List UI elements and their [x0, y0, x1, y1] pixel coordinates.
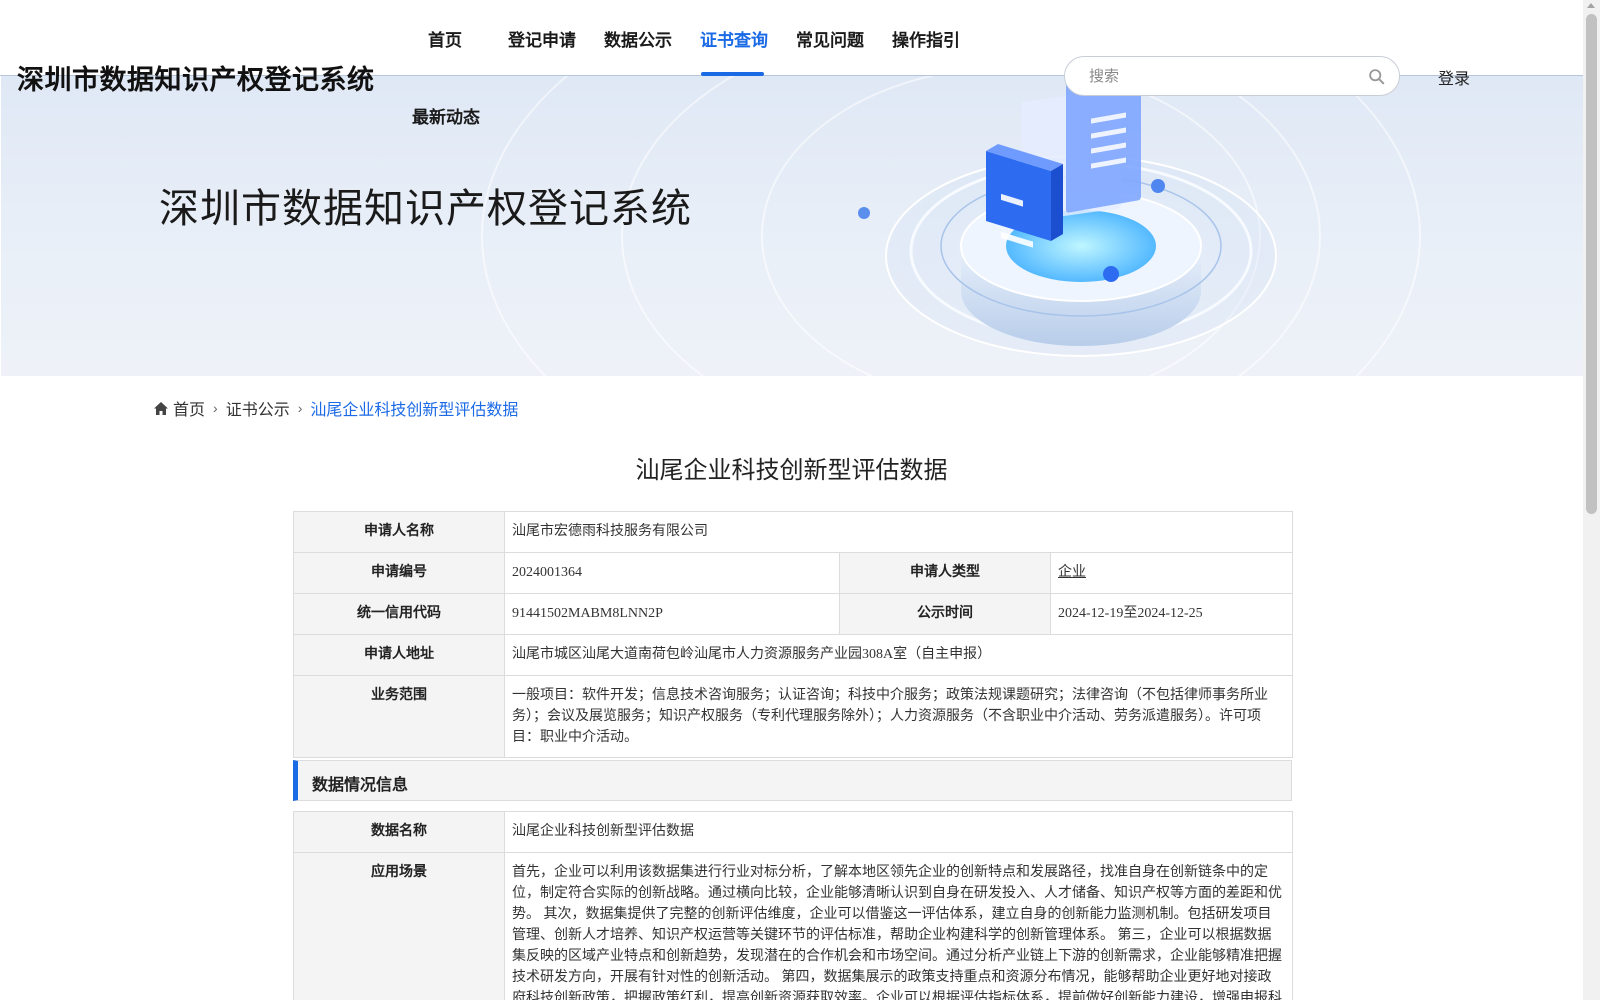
page-title: 汕尾企业科技创新型评估数据	[635, 458, 948, 484]
address-label: 申请人地址	[293, 634, 505, 676]
breadcrumb-certificate-publicity[interactable]: 证书公示	[226, 396, 290, 420]
business-scope-label: 业务范围	[293, 675, 505, 758]
nav-active-indicator	[701, 72, 764, 76]
application-number-value: 2024001364	[504, 552, 840, 594]
nav-item-guide[interactable]: 操作指引	[892, 26, 960, 51]
data-name-label: 数据名称	[293, 811, 505, 853]
table-row: 业务范围 一般项目：软件开发；信息技术咨询服务；认证咨询；科技中介服务；政策法规…	[293, 675, 1294, 758]
data-info-section-header: 数据情况信息	[293, 760, 1292, 801]
nav-item-data-publicity[interactable]: 数据公示	[604, 26, 672, 51]
applicant-name-value: 汕尾市宏德雨科技服务有限公司	[503, 511, 1294, 553]
chevron-right-icon: ›	[297, 400, 303, 416]
nav-item-home[interactable]: 首页	[428, 26, 462, 51]
business-scope-value: 一般项目：软件开发；信息技术咨询服务；认证咨询；科技中介服务；政策法规课题研究；…	[503, 675, 1294, 758]
publish-time-value: 2024-12-19至2024-12-25	[1049, 593, 1294, 635]
nav-item-certificate-query[interactable]: 证书查询	[700, 26, 768, 51]
home-icon	[154, 401, 168, 415]
nav-item-faq[interactable]: 常见问题	[796, 26, 864, 51]
table-row: 统一信用代码 91441502MABM8LNN2P 公示时间 2024-12-1…	[293, 593, 1294, 635]
scenario-label: 应用场景	[293, 852, 505, 1000]
table-row: 申请人地址 汕尾市城区汕尾大道南荷包岭汕尾市人力资源服务产业园308A室（自主申…	[293, 634, 1294, 676]
vertical-scrollbar[interactable]	[1583, 0, 1600, 1000]
application-number-label: 申请编号	[293, 552, 505, 594]
breadcrumb-home[interactable]: 首页	[173, 396, 205, 420]
data-info-table: 数据名称 汕尾企业科技创新型评估数据 应用场景 首先，企业可以利用该数据集进行行…	[293, 811, 1293, 1000]
login-link[interactable]: 登录	[1438, 65, 1470, 89]
table-row: 应用场景 首先，企业可以利用该数据集进行行业对标分析，了解本地区领先企业的创新特…	[293, 852, 1293, 1000]
applicant-name-label: 申请人名称	[293, 511, 505, 553]
credit-code-value: 91441502MABM8LNN2P	[504, 593, 840, 635]
data-document-illustration	[858, 76, 1277, 357]
search-input[interactable]	[1089, 65, 1349, 87]
table-row: 申请编号 2024001364 申请人类型 企业	[293, 552, 1294, 594]
hero-banner: 深圳市数据知识产权登记系统	[1, 76, 1583, 376]
data-name-value: 汕尾企业科技创新型评估数据	[504, 811, 1293, 853]
search-box	[1064, 56, 1400, 96]
applicant-info-table: 申请人名称 汕尾市宏德雨科技服务有限公司 申请编号 2024001364 申请人…	[293, 511, 1294, 758]
credit-code-label: 统一信用代码	[293, 593, 505, 635]
nav-item-registration[interactable]: 登记申请	[508, 26, 576, 51]
site-title: 深圳市数据知识产权登记系统	[17, 65, 375, 95]
nav-item-news[interactable]: 最新动态	[412, 103, 480, 128]
search-icon[interactable]	[1368, 68, 1385, 85]
applicant-type-value: 企业	[1058, 565, 1086, 580]
section-title: 数据情况信息	[312, 777, 409, 794]
banner-title: 深圳市数据知识产权登记系统	[159, 186, 692, 231]
chevron-right-icon: ›	[213, 400, 218, 416]
scenario-value: 首先，企业可以利用该数据集进行行业对标分析，了解本地区领先企业的创新特点和发展路…	[504, 852, 1293, 1000]
applicant-type-cell: 企业	[1049, 552, 1294, 594]
publish-time-label: 公示时间	[839, 593, 1051, 635]
table-row: 申请人名称 汕尾市宏德雨科技服务有限公司	[293, 511, 1294, 553]
scroll-up-arrow-icon[interactable]	[1587, 3, 1595, 8]
applicant-type-label: 申请人类型	[839, 552, 1051, 594]
table-row: 数据名称 汕尾企业科技创新型评估数据	[293, 811, 1293, 853]
scroll-thumb[interactable]	[1586, 14, 1597, 514]
address-value: 汕尾市城区汕尾大道南荷包岭汕尾市人力资源服务产业园308A室（自主申报）	[503, 634, 1294, 676]
breadcrumb-current: 汕尾企业科技创新型评估数据	[310, 402, 519, 419]
breadcrumb: 首页 › 证书公示 › 汕尾企业科技创新型评估数据	[154, 396, 518, 420]
